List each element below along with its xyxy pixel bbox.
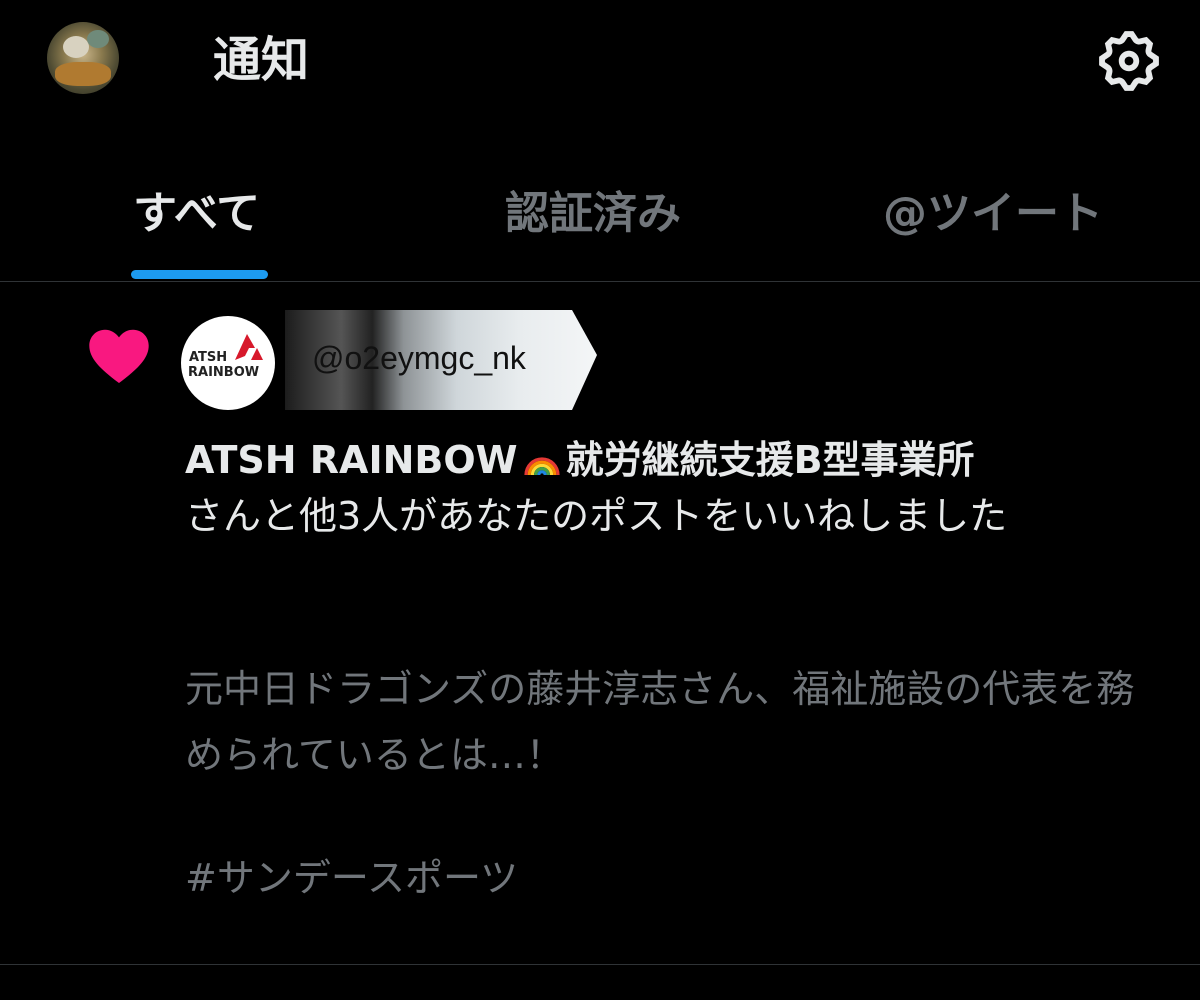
active-tab-indicator <box>131 270 268 279</box>
avatar-detail <box>55 62 111 86</box>
post-hashtag[interactable]: #サンデースポーツ <box>185 848 518 908</box>
actor-name[interactable]: ATSH RAINBOW 就労継続支援B型事業所 <box>185 438 975 482</box>
avatar-detail <box>63 36 89 58</box>
notification-action-text: さんと他3人があなたのポストをいいねしました <box>185 494 1008 538</box>
page-title: 通知 <box>213 32 310 88</box>
notification-tabs: すべて 認証済み @ツイート <box>0 170 1200 282</box>
notification-item[interactable]: ATSH RAINBOW @o2eymgc_nk ATSH RAINBOW 就労… <box>0 282 1200 964</box>
user-avatar[interactable] <box>47 22 119 94</box>
heart-icon <box>89 329 149 384</box>
actor-name-suffix: 就労継続支援B型事業所 <box>565 438 975 482</box>
app-header: 通知 <box>0 0 1200 130</box>
rainbow-emoji-icon <box>523 457 560 476</box>
actor-avatar[interactable]: ATSH RAINBOW <box>181 316 275 410</box>
notification-text: ATSH RAINBOW 就労継続支援B型事業所 さんと他3人があなたのポストを… <box>185 432 1165 544</box>
actor-name-prefix: ATSH RAINBOW <box>185 438 518 482</box>
tab-all[interactable]: すべて <box>133 184 260 244</box>
notification-divider <box>0 964 1200 965</box>
rainbow-logo-mark-icon <box>235 334 263 360</box>
tab-verified[interactable]: 認証済み <box>505 184 681 244</box>
actor-handle[interactable]: @o2eymgc_nk <box>312 338 526 378</box>
tab-mentions[interactable]: @ツイート <box>883 184 1103 244</box>
gear-icon[interactable] <box>1094 26 1164 96</box>
logo-text: RAINBOW <box>188 365 260 380</box>
logo-text: ATSH <box>189 350 228 365</box>
avatar-detail <box>87 30 109 48</box>
post-excerpt[interactable]: 元中日ドラゴンズの藤井淳志さん、福祉施設の代表を務められているとは…！ <box>185 656 1165 788</box>
